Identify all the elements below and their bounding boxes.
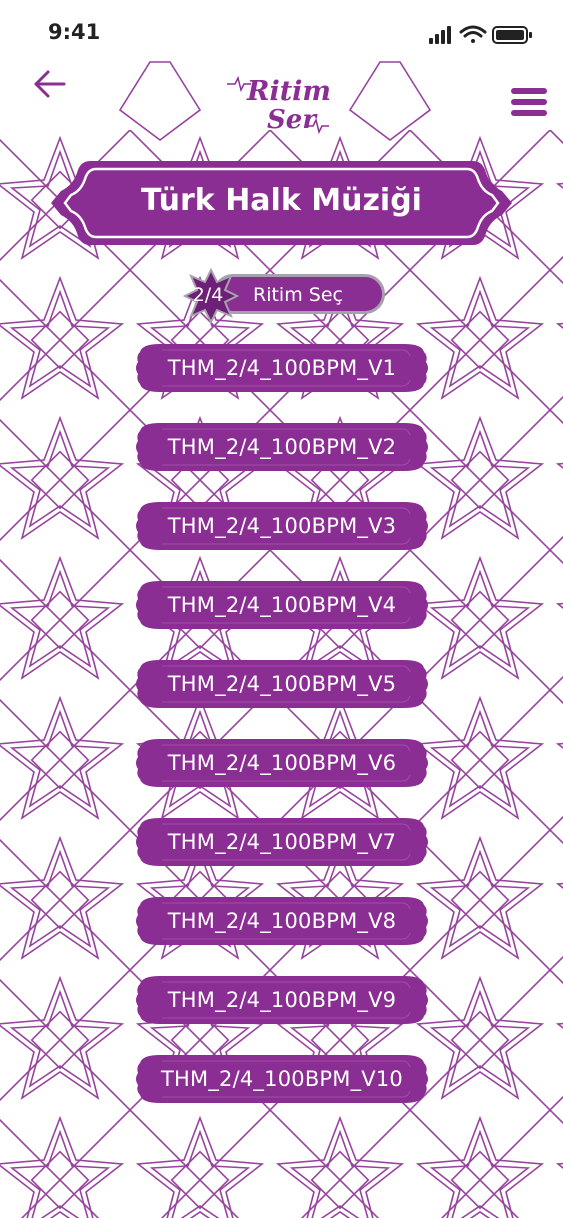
hamburger-menu-icon[interactable] [508,86,550,118]
category-banner: Türk Halk Müziği [50,155,513,251]
rhythm-button-label: THM_2/4_100BPM_V7 [167,830,397,854]
rhythm-button-label: THM_2/4_100BPM_V9 [167,988,397,1012]
rhythm-button[interactable]: THM_2/4_100BPM_V4 [136,581,428,629]
rhythm-button-label: THM_2/4_100BPM_V2 [167,435,397,459]
logo-line1: Ritim [246,76,331,107]
status-time: 9:41 [48,20,101,44]
time-signature: 2/4 [192,284,224,306]
logo-line2: Ser [267,105,318,135]
rhythm-button-label: THM_2/4_100BPM_V3 [167,514,397,538]
rhythm-selector-label: Ritim Seç [253,284,343,306]
rhythm-button-label: THM_2/4_100BPM_V6 [167,751,397,775]
rhythm-button-label: THM_2/4_100BPM_V10 [161,1067,403,1091]
rhythm-button[interactable]: THM_2/4_100BPM_V10 [136,1055,428,1103]
rhythm-button-label: THM_2/4_100BPM_V1 [167,356,397,380]
category-title: Türk Halk Müziği [141,183,422,218]
rhythm-button-label: THM_2/4_100BPM_V5 [167,672,397,696]
rhythm-button[interactable]: THM_2/4_100BPM_V3 [136,502,428,550]
status-icons [429,25,532,44]
rhythm-button[interactable]: THM_2/4_100BPM_V2 [136,423,428,471]
rhythm-button-label: THM_2/4_100BPM_V4 [167,593,397,617]
back-arrow-icon[interactable] [30,68,70,100]
rhythm-button[interactable]: THM_2/4_100BPM_V5 [136,660,428,708]
rhythm-button[interactable]: THM_2/4_100BPM_V8 [136,897,428,945]
wifi-icon [459,25,487,43]
app-logo: Ritim Ser [225,70,340,136]
rhythm-button[interactable]: THM_2/4_100BPM_V6 [136,739,428,787]
signal-icon [429,26,451,44]
rhythm-button[interactable]: THM_2/4_100BPM_V1 [136,344,428,392]
rhythm-button[interactable]: THM_2/4_100BPM_V7 [136,818,428,866]
rhythm-button[interactable]: THM_2/4_100BPM_V9 [136,976,428,1024]
battery-icon [492,26,532,44]
rhythm-selector[interactable]: Ritim Seç 2/4 [183,268,388,324]
rhythm-button-label: THM_2/4_100BPM_V8 [167,909,397,933]
rhythm-list: THM_2/4_100BPM_V1 THM_2/4_100BPM_V2 THM_… [136,344,428,1134]
